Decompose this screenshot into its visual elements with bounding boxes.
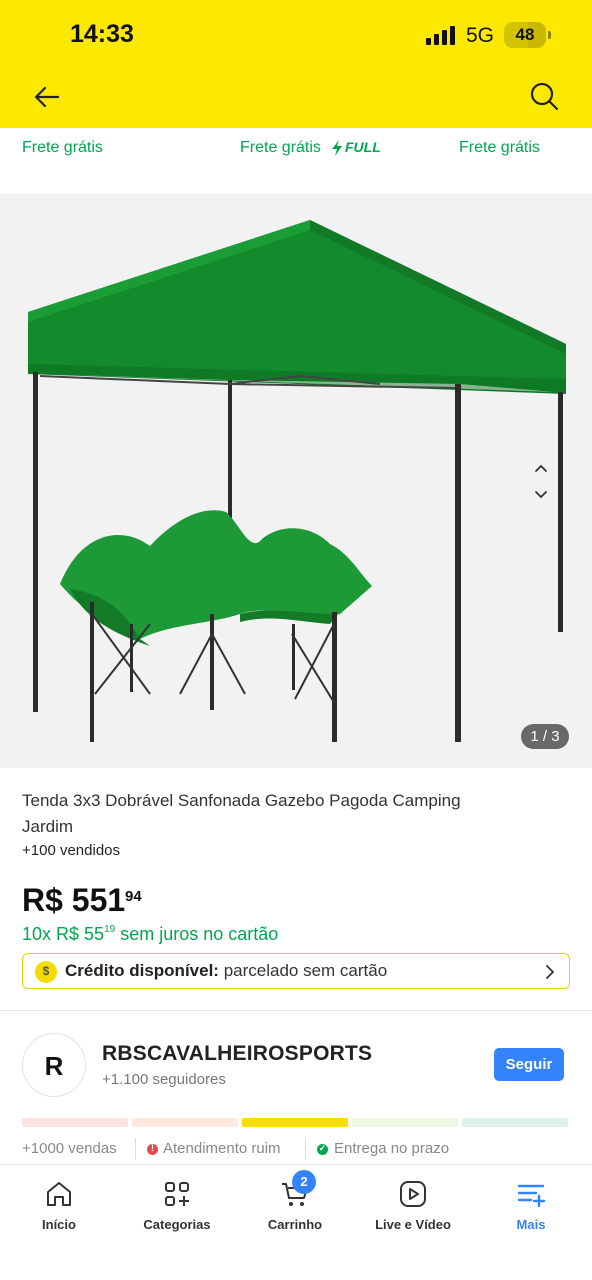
image-counter: 1 / 3: [521, 724, 569, 749]
seller-sales: +1000 vendas: [22, 1140, 117, 1157]
installments-cents: 19: [104, 924, 116, 935]
reputation-bar-segment: [22, 1118, 128, 1127]
tent-product-image: [28, 220, 566, 742]
tab-label: Live e Vídeo: [375, 1217, 451, 1232]
seller-delivery: Entrega no prazo: [334, 1140, 450, 1157]
chevron-right-icon: [546, 965, 555, 979]
lightning-icon: [332, 140, 342, 156]
separator: [135, 1138, 136, 1160]
signal-icon: [426, 25, 458, 45]
price-cents: 94: [125, 888, 142, 905]
alert-icon: !: [147, 1143, 158, 1155]
product-image-gallery[interactable]: [0, 194, 592, 768]
section-divider: [0, 1010, 592, 1011]
full-badge: FULL: [345, 139, 381, 155]
home-icon: [47, 1182, 71, 1206]
reputation-bar-segment: [352, 1118, 458, 1127]
shipping-free-label: Frete grátis: [240, 139, 321, 156]
money-coin-icon: $: [35, 961, 57, 983]
status-time: 14:33: [70, 20, 134, 48]
credit-text: Crédito disponível: parcelado sem cartão: [65, 961, 387, 981]
shipping-free-label: Frete grátis: [22, 139, 103, 156]
seller-initial: R: [44, 1051, 64, 1081]
check-icon: ✓: [317, 1143, 328, 1155]
tab-label: Carrinho: [267, 1217, 323, 1232]
credit-label: Crédito disponível:: [65, 961, 219, 980]
search-icon[interactable]: [528, 80, 560, 114]
seller-avatar[interactable]: R: [22, 1033, 86, 1097]
seller-name[interactable]: RBSCAVALHEIROSPORTS: [102, 1042, 372, 1066]
tab-live-video[interactable]: Live e Vídeo: [354, 1165, 472, 1245]
sold-count: +100 vendidos: [22, 842, 120, 859]
network-type: 5G: [466, 24, 495, 47]
categories-icon: [165, 1182, 189, 1206]
battery-icon: 48: [504, 22, 551, 48]
follow-button[interactable]: Seguir: [494, 1048, 564, 1081]
reputation-bar-segment: [462, 1118, 568, 1127]
tab-home[interactable]: Início: [0, 1165, 118, 1245]
cart-badge: 2: [292, 1170, 316, 1194]
installments-suffix: sem juros no cartão: [115, 924, 279, 944]
tab-label: Início: [42, 1217, 76, 1232]
price-main: R$ 551: [22, 882, 126, 918]
tab-more[interactable]: Mais: [472, 1165, 590, 1245]
menu-plus-icon: [517, 1184, 546, 1208]
chevron-up-icon[interactable]: [534, 463, 548, 473]
chevron-down-icon[interactable]: [534, 490, 548, 500]
reputation-bar-segment-active: [242, 1118, 348, 1127]
installments: 10x R$ 5519 sem juros no cartão: [22, 924, 278, 945]
battery-level: 48: [515, 25, 535, 44]
reputation-bar-segment: [132, 1118, 238, 1127]
app-header: 14:33 5G 48: [0, 0, 592, 128]
credit-detail: parcelado sem cartão: [218, 961, 388, 980]
installments-prefix: 10x R$ 55: [22, 924, 105, 944]
seller-followers: +1.100 seguidores: [102, 1071, 226, 1088]
tab-label: Mais: [516, 1217, 546, 1232]
seller-service: Atendimento ruim: [163, 1140, 281, 1157]
tab-categories[interactable]: Categorias: [118, 1165, 236, 1245]
shipping-free-label: Frete grátis: [459, 139, 540, 156]
credit-available-banner[interactable]: $ Crédito disponível: parcelado sem cart…: [22, 953, 570, 989]
separator: [305, 1138, 306, 1160]
play-icon: [400, 1181, 426, 1207]
tab-label: Categorias: [143, 1217, 211, 1232]
back-arrow-icon[interactable]: [30, 80, 64, 114]
product-title: Tenda 3x3 Dobrável Sanfonada Gazebo Pago…: [22, 791, 461, 836]
